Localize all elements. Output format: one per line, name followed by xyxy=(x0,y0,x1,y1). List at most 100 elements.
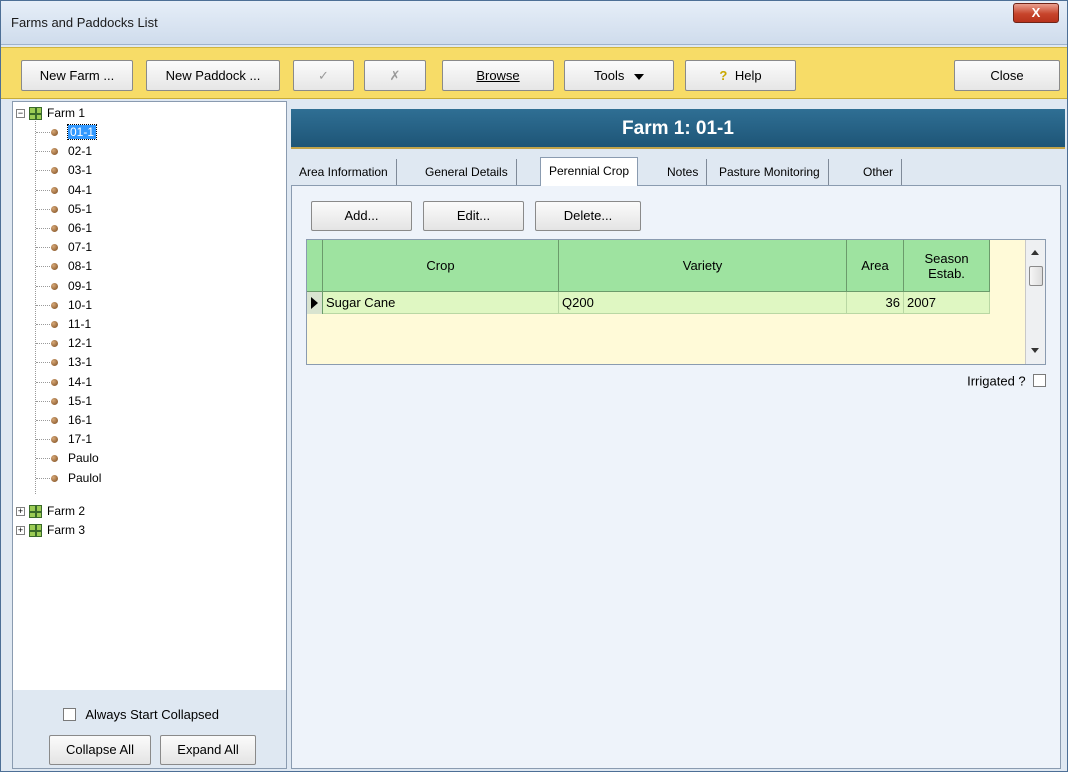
title-bar: Farms and Paddocks List X xyxy=(1,1,1067,45)
paddock-label: 03-1 xyxy=(68,163,93,177)
paddock-icon xyxy=(51,263,58,270)
window-title: Farms and Paddocks List xyxy=(11,15,158,30)
tree-farm2[interactable]: Farm 2 xyxy=(47,504,85,519)
close-button[interactable]: Close xyxy=(954,60,1060,91)
tab-perennial-crop[interactable]: Perennial Crop xyxy=(540,157,639,186)
paddock-label: Paulo xyxy=(68,451,99,465)
help-button[interactable]: ? Help xyxy=(685,60,796,91)
paddock-label: 16-1 xyxy=(68,413,93,427)
tab-other[interactable]: Other xyxy=(855,159,903,185)
edit-toolbar-button[interactable]: ✓ xyxy=(293,60,354,91)
always-collapsed-option[interactable]: Always Start Collapsed xyxy=(63,707,219,722)
tree-paddock-17-1[interactable]: 17-1 xyxy=(68,432,92,447)
column-header-season-estab[interactable]: Season Estab. xyxy=(904,240,990,292)
paddock-label: Paulol xyxy=(68,471,102,485)
paddock-label: 15-1 xyxy=(68,394,93,408)
tab-pasture-monitoring[interactable]: Pasture Monitoring xyxy=(711,159,829,185)
tab-notes[interactable]: Notes xyxy=(659,159,708,185)
scroll-down-icon[interactable] xyxy=(1031,348,1039,353)
tree-paddock-02-1[interactable]: 02-1 xyxy=(68,144,92,159)
farm-tree-panel: − Farm 1 01-1 02-1 03-1 04-1 05-1 06-1 07-1 08-… xyxy=(12,101,287,769)
paddock-icon xyxy=(51,225,58,232)
tree-paddock-01-1[interactable]: 01-1 xyxy=(66,124,98,140)
paddock-label: 14-1 xyxy=(68,375,93,389)
always-collapsed-checkbox[interactable] xyxy=(63,708,76,722)
farm-icon xyxy=(29,524,42,537)
collapse-farm1-toggle[interactable]: − xyxy=(16,109,25,118)
tree-paddock-paulo[interactable]: Paulo xyxy=(68,451,99,466)
column-header-area[interactable]: Area xyxy=(847,240,904,292)
irrigated-option[interactable]: Irrigated ? xyxy=(967,373,1046,388)
tree-paddock-11-1[interactable]: 11-1 xyxy=(68,317,91,332)
paddock-label: 08-1 xyxy=(68,259,93,273)
new-paddock-button[interactable]: New Paddock ... xyxy=(146,60,280,91)
tree-paddock-09-1[interactable]: 09-1 xyxy=(68,279,92,294)
grid-header: Crop Variety Area Season Estab. xyxy=(307,240,1045,292)
add-crop-button[interactable]: Add... xyxy=(311,201,412,231)
paddock-icon xyxy=(51,167,58,174)
tree-paddock-05-1[interactable]: 05-1 xyxy=(68,202,92,217)
grid-vertical-scrollbar[interactable] xyxy=(1025,240,1045,364)
edit-crop-button[interactable]: Edit... xyxy=(423,201,524,231)
farm-icon xyxy=(29,505,42,518)
expand-farm3-toggle[interactable]: + xyxy=(16,526,25,535)
paddock-icon xyxy=(51,321,58,328)
tools-button[interactable]: Tools xyxy=(564,60,674,91)
paddock-icon xyxy=(51,436,58,443)
perennial-crop-grid: Crop Variety Area Season Estab. Sugar Ca… xyxy=(306,239,1046,365)
current-row-indicator-icon xyxy=(307,292,323,314)
tree-paddock-08-1[interactable]: 08-1 xyxy=(68,259,92,274)
tree-farm1[interactable]: Farm 1 xyxy=(47,106,85,121)
collapse-all-button[interactable]: Collapse All xyxy=(49,735,151,765)
delete-toolbar-button[interactable]: ✗ xyxy=(364,60,426,91)
cell-crop[interactable]: Sugar Cane xyxy=(323,292,559,314)
detail-tabs: Area Information General Details Perenni… xyxy=(291,157,1065,186)
scroll-up-icon[interactable] xyxy=(1031,250,1039,255)
window-close-button[interactable]: X xyxy=(1013,3,1059,23)
expand-all-button[interactable]: Expand All xyxy=(160,735,256,765)
paddock-icon xyxy=(51,148,58,155)
paddock-label: 02-1 xyxy=(68,144,93,158)
expand-farm2-toggle[interactable]: + xyxy=(16,507,25,516)
tree-paddock-07-1[interactable]: 07-1 xyxy=(68,240,92,255)
new-farm-button[interactable]: New Farm ... xyxy=(21,60,133,91)
paddock-icon xyxy=(51,417,58,424)
tree-paddock-15-1[interactable]: 15-1 xyxy=(68,394,92,409)
toolbar: New Farm ... New Paddock ... ✓ ✗ Browse … xyxy=(1,47,1067,99)
tree-farm3[interactable]: Farm 3 xyxy=(47,523,85,538)
paddock-icon xyxy=(51,244,58,251)
paddock-icon xyxy=(51,302,58,309)
tree-paddock-14-1[interactable]: 14-1 xyxy=(68,375,92,390)
tree-paddock-10-1[interactable]: 10-1 xyxy=(68,298,92,313)
tree-paddock-paulol[interactable]: Paulol xyxy=(68,471,101,486)
cell-season-estab[interactable]: 2007 xyxy=(904,292,990,314)
cell-variety[interactable]: Q200 xyxy=(559,292,847,314)
scroll-thumb[interactable] xyxy=(1029,266,1043,286)
tree-paddock-12-1[interactable]: 12-1 xyxy=(68,336,92,351)
tree-paddock-03-1[interactable]: 03-1 xyxy=(68,163,92,178)
paddock-label: 01-1 xyxy=(66,124,98,140)
tree-paddock-13-1[interactable]: 13-1 xyxy=(68,355,92,370)
paddock-label: 04-1 xyxy=(68,183,93,197)
delete-crop-button[interactable]: Delete... xyxy=(535,201,641,231)
paddock-icon xyxy=(51,359,58,366)
tab-area-information[interactable]: Area Information xyxy=(291,159,397,185)
paddock-icon xyxy=(51,340,58,347)
close-icon: X xyxy=(1031,5,1041,20)
cell-area[interactable]: 36 xyxy=(847,292,904,314)
browse-button[interactable]: Browse xyxy=(442,60,554,91)
irrigated-checkbox[interactable] xyxy=(1033,374,1046,388)
paddock-label: 13-1 xyxy=(68,355,93,369)
column-header-variety[interactable]: Variety xyxy=(559,240,847,292)
tab-general-details[interactable]: General Details xyxy=(417,159,517,185)
help-question-icon: ? xyxy=(719,68,728,83)
column-header-crop[interactable]: Crop xyxy=(323,240,559,292)
paddock-label: 11-1 xyxy=(68,317,92,331)
paddock-header: Farm 1: 01-1 xyxy=(291,109,1065,149)
tree-paddock-04-1[interactable]: 04-1 xyxy=(68,183,92,198)
paddock-icon xyxy=(51,398,58,405)
cross-icon: ✗ xyxy=(389,68,401,83)
tree-paddock-06-1[interactable]: 06-1 xyxy=(68,221,92,236)
tree-paddock-16-1[interactable]: 16-1 xyxy=(68,413,92,428)
paddock-label: 07-1 xyxy=(68,240,93,254)
